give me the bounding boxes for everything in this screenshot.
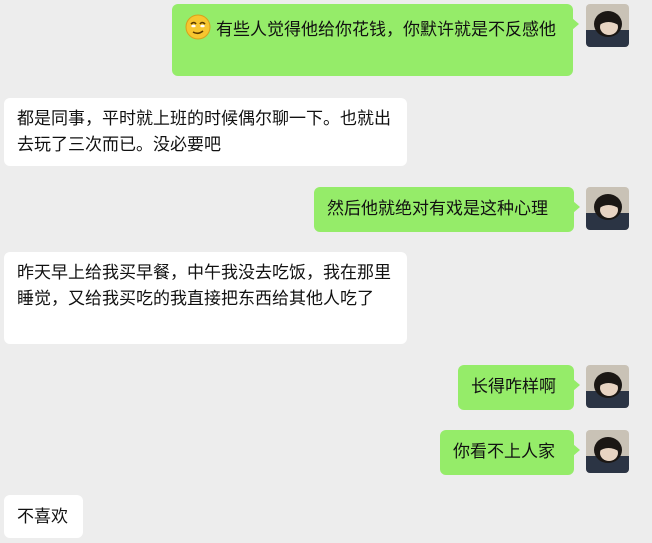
- smirk-emoji-icon: [185, 14, 211, 48]
- message-text: 你看不上人家: [453, 442, 555, 462]
- message-bubble-outgoing[interactable]: 然后他就绝对有戏是这种心理: [314, 187, 580, 232]
- message-text: 都是同事，平时就上班的时候偶尔聊一下。也就出去玩了三次而已。没必要吧: [17, 109, 391, 155]
- avatar[interactable]: [586, 4, 629, 47]
- message-bubble-outgoing[interactable]: 有些人觉得他给你花钱，你默许就是不反感他: [172, 4, 579, 76]
- message-bubble-outgoing[interactable]: 你看不上人家: [440, 430, 580, 475]
- message-bubble-incoming[interactable]: 都是同事，平时就上班的时候偶尔聊一下。也就出去玩了三次而已。没必要吧: [4, 98, 407, 166]
- avatar[interactable]: [586, 365, 629, 408]
- avatar-girl-icon: [586, 4, 629, 47]
- avatar-girl-icon: [586, 365, 629, 408]
- message-text: 有些人觉得他给你花钱，你默许就是不反感他: [216, 20, 556, 40]
- message-text: 不喜欢: [17, 507, 68, 527]
- avatar[interactable]: [586, 187, 629, 230]
- message-bubble-incoming[interactable]: 不喜欢: [4, 495, 83, 538]
- message-text: 然后他就绝对有戏是这种心理: [327, 199, 548, 219]
- avatar-girl-icon: [586, 430, 629, 473]
- message-text: 昨天早上给我买早餐，中午我没去吃饭，我在那里睡觉，又给我买吃的我直接把东西给其他…: [17, 263, 391, 309]
- message-bubble-outgoing[interactable]: 长得咋样啊: [458, 365, 580, 410]
- avatar[interactable]: [586, 430, 629, 473]
- avatar-girl-icon: [586, 187, 629, 230]
- message-bubble-incoming[interactable]: 昨天早上给我买早餐，中午我没去吃饭，我在那里睡觉，又给我买吃的我直接把东西给其他…: [4, 252, 407, 344]
- message-text: 长得咋样啊: [471, 377, 556, 397]
